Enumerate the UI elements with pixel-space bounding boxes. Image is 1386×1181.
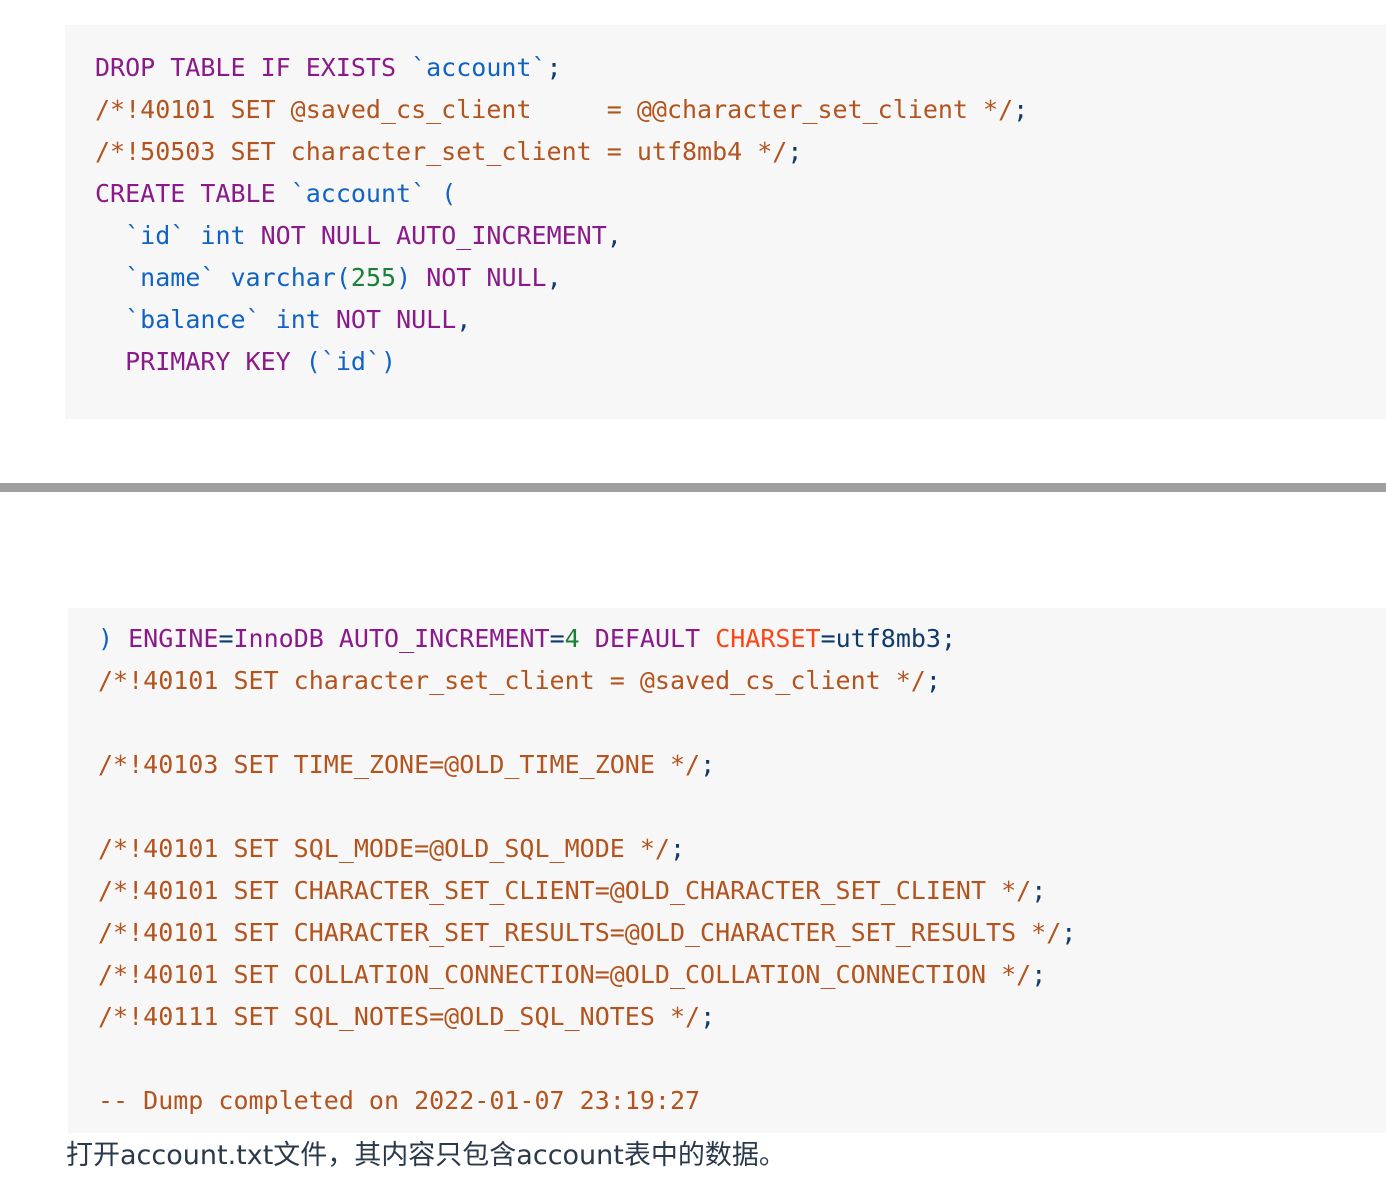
token-paren: )	[381, 347, 397, 376]
code-line-column-name: `name` varchar(255) NOT NULL,	[65, 257, 1386, 299]
token-number: 4	[564, 624, 580, 653]
token-punct: ;	[1013, 95, 1029, 124]
token-charset: CHARSET	[715, 624, 821, 653]
token-comment: /*!40101 SET CHARACTER_SET_CLIENT=@OLD_C…	[98, 876, 1032, 905]
token-punct: ;	[1061, 918, 1077, 947]
token-punct: ;	[925, 666, 941, 695]
horizontal-scrollbar-divider[interactable]	[0, 483, 1386, 492]
token-punct: =	[218, 624, 234, 653]
code-block-create-table: DROP TABLE IF EXISTS `account`;/*!40101 …	[65, 25, 1386, 419]
token-ident: `name`	[125, 263, 216, 292]
token-keyword: NOT NULL	[426, 263, 547, 292]
token-punct: ;	[700, 1002, 716, 1031]
token-number: 255	[350, 263, 397, 292]
token-punct: ;	[669, 834, 686, 863]
token-keyword: DROP TABLE IF EXISTS	[95, 53, 412, 82]
token-paren: (	[305, 347, 321, 376]
token-keyword: InnoDB	[233, 624, 324, 653]
token-punct: ;	[1031, 960, 1047, 989]
page-root: DROP TABLE IF EXISTS `account`;/*!40101 …	[0, 0, 1386, 1181]
code-line-restore-sql-mode: /*!40101 SET SQL_MODE=@OLD_SQL_MODE */;	[68, 828, 1386, 870]
code-line-engine-line: ) ENGINE=InnoDB AUTO_INCREMENT=4 DEFAULT…	[68, 618, 1386, 660]
token-ident: `balance`	[125, 305, 261, 334]
caption-text: 打开account.txt文件，其内容只包含account表中的数据。	[66, 1140, 786, 1171]
code-line-restore-cs-client: /*!40101 SET character_set_client = @sav…	[68, 660, 1386, 702]
code-line-blank-1	[68, 702, 1386, 744]
token-paren: )	[98, 624, 114, 653]
token-comment: /*!40101 SET @saved_cs_client = @@charac…	[95, 95, 1014, 124]
token-comment: /*!40101 SET COLLATION_CONNECTION=@OLD_C…	[98, 960, 1032, 989]
token-punct: ;	[940, 624, 957, 653]
token-punct: ,	[456, 305, 472, 334]
code-line-dump-completed: -- Dump completed on 2022-01-07 23:19:27	[68, 1080, 1386, 1122]
token-keyword: NOT NULL	[335, 305, 457, 334]
token-comment: /*!40101 SET CHARACTER_SET_RESULTS=@OLD_…	[98, 918, 1062, 947]
code-line-column-id: `id` int NOT NULL AUTO_INCREMENT,	[65, 215, 1386, 257]
code-line-column-balance: `balance` int NOT NULL,	[65, 299, 1386, 341]
code-line-restore-collation-connection: /*!40101 SET COLLATION_CONNECTION=@OLD_C…	[68, 954, 1386, 996]
token-type: int	[275, 305, 321, 334]
token-keyword: CREATE TABLE	[95, 179, 291, 208]
code-line-blank-3	[68, 1038, 1386, 1080]
code-line-create-table: CREATE TABLE `account` (	[65, 173, 1386, 215]
code-line-primary-key: PRIMARY KEY (`id`)	[65, 341, 1386, 383]
token-punct: =	[549, 624, 565, 653]
token-punct: ,	[606, 221, 622, 250]
token-type: int	[200, 221, 246, 250]
code-line-restore-sql-notes: /*!40111 SET SQL_NOTES=@OLD_SQL_NOTES */…	[68, 996, 1386, 1038]
code-line-set-character-set-client: /*!50503 SET character_set_client = utf8…	[65, 131, 1386, 173]
token-comment: /*!40101 SET character_set_client = @sav…	[98, 666, 926, 695]
code-line-restore-character-set-results: /*!40101 SET CHARACTER_SET_RESULTS=@OLD_…	[68, 912, 1386, 954]
token-punct: =	[820, 624, 836, 653]
token-paren: (	[441, 179, 457, 208]
token-keyword: AUTO_INCREMENT	[338, 624, 550, 653]
code-block-dump-footer: ) ENGINE=InnoDB AUTO_INCREMENT=4 DEFAULT…	[68, 608, 1386, 1133]
token-comment: /*!40103 SET TIME_ZONE=@OLD_TIME_ZONE */	[98, 750, 701, 779]
code-line-drop-table: DROP TABLE IF EXISTS `account`;	[65, 47, 1386, 89]
token-ident: `account`	[411, 53, 547, 82]
code-line-blank-2	[68, 786, 1386, 828]
token-comment: /*!50503 SET character_set_client = utf8…	[95, 137, 788, 166]
token-punct: ;	[700, 750, 716, 779]
token-paren: (	[335, 263, 351, 292]
token-keyword: NOT NULL AUTO_INCREMENT	[260, 221, 607, 250]
token-keyword: DEFAULT	[594, 624, 701, 653]
token-comment: -- Dump completed on 2022-01-07 23:19:27	[98, 1086, 701, 1115]
token-comment: /*!40101 SET SQL_MODE=@OLD_SQL_MODE */	[98, 834, 670, 863]
code-line-restore-time-zone: /*!40103 SET TIME_ZONE=@OLD_TIME_ZONE */…	[68, 744, 1386, 786]
token-type: varchar	[230, 263, 336, 292]
token-ident: `id`	[125, 221, 186, 250]
token-ident: `id`	[320, 347, 382, 376]
token-keyword: PRIMARY KEY	[125, 347, 306, 376]
token-value: utf8mb3	[835, 624, 941, 653]
token-punct: ;	[546, 53, 562, 82]
code-line-set-saved-cs-client: /*!40101 SET @saved_cs_client = @@charac…	[65, 89, 1386, 131]
token-punct: ,	[546, 263, 562, 292]
token-ident: `account`	[290, 179, 427, 208]
token-punct: ;	[787, 137, 803, 166]
token-punct: ;	[1031, 876, 1047, 905]
code-line-restore-character-set-client: /*!40101 SET CHARACTER_SET_CLIENT=@OLD_C…	[68, 870, 1386, 912]
token-comment: /*!40111 SET SQL_NOTES=@OLD_SQL_NOTES */	[98, 1002, 701, 1031]
token-paren: )	[396, 263, 412, 292]
token-keyword: ENGINE	[128, 624, 219, 653]
